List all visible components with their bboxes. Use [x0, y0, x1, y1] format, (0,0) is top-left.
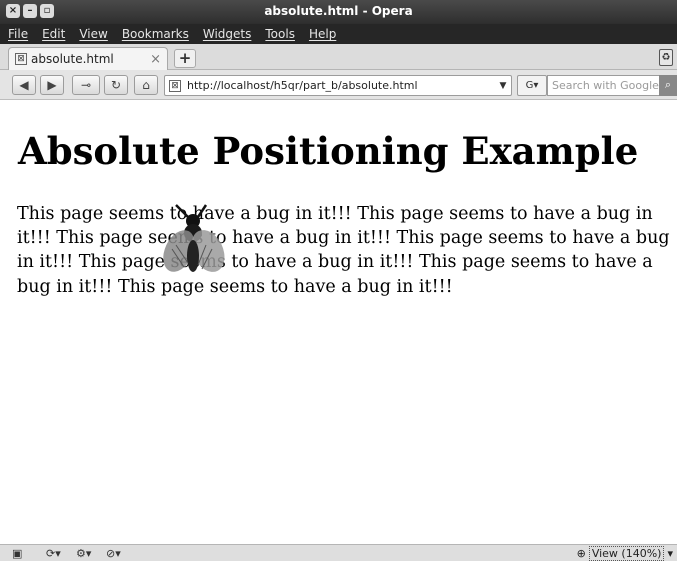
address-toolbar: ◀ ▶ ⊸ ↻ ⌂ ⊠ http://localhost/h5qr/part_b… [0, 70, 677, 100]
menu-view[interactable]: View [79, 27, 107, 41]
zoom-control[interactable]: ⊕ View (140%) ▾ [577, 546, 673, 561]
menu-bookmarks[interactable]: Bookmarks [122, 27, 189, 41]
chevron-down-icon[interactable]: ▼ [495, 81, 511, 91]
key-icon[interactable]: ⊸ [72, 75, 100, 95]
page-icon: ⊠ [15, 53, 27, 65]
tab-active[interactable]: ⊠ absolute.html × [8, 47, 168, 70]
window-title: absolute.html - Opera [264, 4, 413, 18]
url-text: http://localhost/h5qr/part_b/absolute.ht… [187, 79, 418, 92]
page-icon: ⊠ [169, 79, 181, 92]
menu-edit[interactable]: Edit [42, 27, 65, 41]
menu-help[interactable]: Help [309, 27, 336, 41]
search-icon[interactable]: ⌕ [659, 75, 677, 96]
tab-label: absolute.html [31, 52, 114, 66]
back-icon[interactable]: ◀ [12, 75, 36, 95]
page-content: Absolute Positioning Example This page s… [0, 101, 677, 544]
home-icon[interactable]: ⌂ [134, 75, 158, 95]
window-titlebar: × – ▫ absolute.html - Opera [0, 0, 677, 24]
sync-icon[interactable]: ⟳▾ [46, 547, 61, 560]
trash-icon[interactable]: ♻ [659, 49, 673, 66]
reload-icon[interactable]: ↻ [104, 75, 128, 95]
block-icon[interactable]: ⊘▾ [106, 547, 121, 560]
menu-file[interactable]: File [8, 27, 28, 41]
network-icon[interactable]: ⚙▾ [76, 547, 91, 560]
chevron-down-icon[interactable]: ▾ [667, 547, 673, 560]
status-bar: ▣ ⟳▾ ⚙▾ ⊘▾ ⊕ View (140%) ▾ [0, 544, 677, 561]
forward-icon[interactable]: ▶ [40, 75, 64, 95]
zoom-icon: ⊕ [576, 547, 586, 560]
zoom-label: View (140%) [588, 546, 665, 561]
bug-image [163, 204, 225, 272]
page-heading: Absolute Positioning Example [18, 129, 639, 173]
menu-tools[interactable]: Tools [265, 27, 295, 41]
menu-bar: File Edit View Bookmarks Widgets Tools H… [0, 24, 677, 44]
new-tab-button[interactable]: + [174, 49, 196, 68]
address-field[interactable]: ⊠ http://localhost/h5qr/part_b/absolute.… [164, 75, 512, 96]
panel-toggle-icon[interactable]: ▣ [12, 547, 22, 560]
search-engine-selector[interactable]: G▾ [517, 75, 547, 96]
tab-bar: ⊠ absolute.html × + ♻ [0, 44, 677, 70]
search-input[interactable]: Search with Google [547, 75, 677, 96]
tab-close-icon[interactable]: × [150, 52, 161, 67]
menu-widgets[interactable]: Widgets [203, 27, 252, 41]
page-paragraph: This page seems to have a bug in it!!! T… [17, 204, 670, 297]
